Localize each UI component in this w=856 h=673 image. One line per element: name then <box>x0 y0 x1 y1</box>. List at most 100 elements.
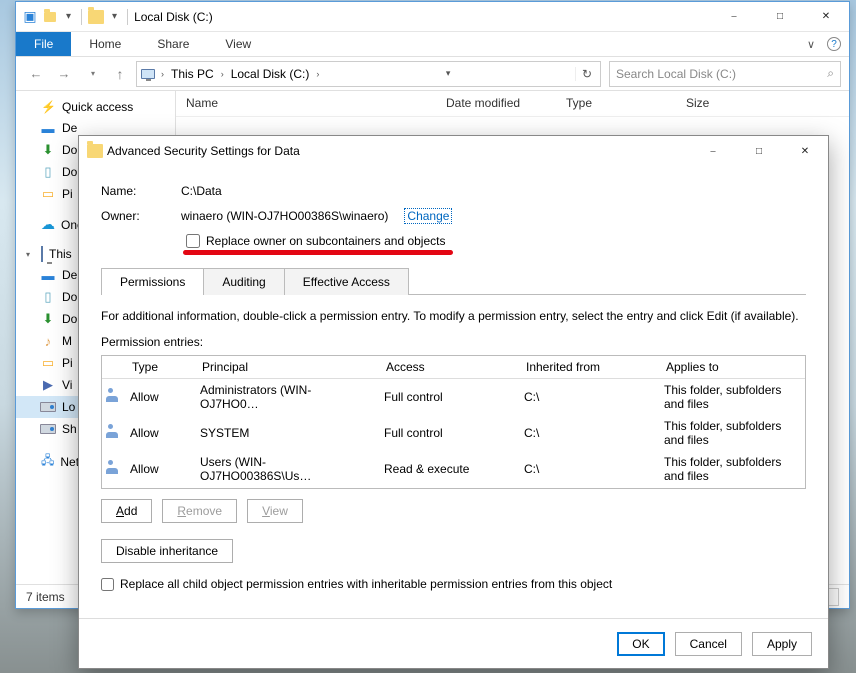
item-count: 7 items <box>26 590 65 604</box>
header-type[interactable]: Type <box>124 356 194 378</box>
dialog-footer: OK Cancel Apply <box>79 618 828 668</box>
documents-icon: ▯ <box>40 164 56 180</box>
replace-child-checkbox[interactable] <box>101 578 114 591</box>
expand-icon[interactable]: ▾ <box>26 250 35 259</box>
qat-customize-icon[interactable]: ▾ <box>66 11 71 22</box>
dialog-close-button[interactable]: ✕ <box>782 136 828 166</box>
music-icon: ♪ <box>40 333 56 349</box>
pc-icon <box>139 65 157 83</box>
nav-back-button[interactable]: ← <box>24 62 48 86</box>
cloud-icon: ☁ <box>41 216 55 233</box>
header-inherited[interactable]: Inherited from <box>518 356 658 378</box>
table-row[interactable]: AllowAdministrators (WIN-OJ7HO0…Full con… <box>102 379 805 415</box>
address-bar[interactable]: › This PC › Local Disk (C:) › ▾ ↻ <box>136 61 601 87</box>
search-icon: ⌕ <box>827 66 834 81</box>
tab-auditing[interactable]: Auditing <box>203 268 284 295</box>
folder-icon <box>87 143 103 159</box>
entries-label: Permission entries: <box>101 335 806 349</box>
tab-file[interactable]: File <box>16 32 71 56</box>
col-date[interactable]: Date modified <box>436 91 556 116</box>
desktop-icon: ▬ <box>40 267 56 283</box>
table-row[interactable]: AllowUsers (WIN-OJ7HO00386S\Us…Read & ex… <box>102 451 805 487</box>
replace-owner-checkbox[interactable] <box>186 234 200 248</box>
add-button[interactable]: Add <box>101 499 152 523</box>
permissions-table[interactable]: Type Principal Access Inherited from App… <box>101 355 806 489</box>
explorer-title: Local Disk (C:) <box>134 10 213 24</box>
drive-icon <box>40 421 56 437</box>
ribbon-expand-icon[interactable]: ∨ <box>807 38 815 51</box>
tab-permissions[interactable]: Permissions <box>101 268 204 295</box>
explorer-titlebar: ▣ ▾ ▾ Local Disk (C:) – □ ✕ <box>16 2 849 32</box>
pictures-icon: ▭ <box>40 355 56 371</box>
view-button[interactable]: View <box>247 499 303 523</box>
nav-row: ← → ▾ ↑ › This PC › Local Disk (C:) › ▾ … <box>16 57 849 91</box>
pc-icon <box>41 247 43 261</box>
qat-properties-icon[interactable]: ▣ <box>22 9 38 25</box>
tab-share[interactable]: Share <box>139 32 207 56</box>
downloads-icon: ⬇ <box>40 142 56 158</box>
tree-quickaccess[interactable]: ⚡ Quick access <box>16 97 175 117</box>
tab-view[interactable]: View <box>207 32 269 56</box>
dialog-title: Advanced Security Settings for Data <box>107 144 300 158</box>
header-principal[interactable]: Principal <box>194 356 378 378</box>
close-button[interactable]: ✕ <box>803 2 849 32</box>
ribbon-help-icon[interactable]: ? <box>827 37 841 51</box>
name-value: C:\Data <box>181 184 222 198</box>
videos-icon: ▶ <box>40 377 56 393</box>
downloads-icon: ⬇ <box>40 311 56 327</box>
maximize-button[interactable]: □ <box>757 2 803 32</box>
table-row[interactable]: AllowSYSTEMFull controlC:\This folder, s… <box>102 415 805 451</box>
nav-forward-button[interactable]: → <box>52 62 76 86</box>
desktop-icon: ▬ <box>40 120 56 136</box>
breadcrumb-localdisk[interactable]: Local Disk (C:) <box>226 64 315 84</box>
owner-label: Owner: <box>101 209 181 223</box>
breadcrumb-thispc[interactable]: This PC <box>166 64 219 84</box>
folder-icon <box>88 9 104 25</box>
replace-child-label: Replace all child object permission entr… <box>120 577 612 591</box>
header-access[interactable]: Access <box>378 356 518 378</box>
quickaccess-icon: ⚡ <box>41 100 56 114</box>
qat-newfolder-icon[interactable] <box>42 9 58 25</box>
pictures-icon: ▭ <box>40 186 56 202</box>
refresh-icon[interactable]: ↻ <box>575 67 598 81</box>
security-dialog: Advanced Security Settings for Data – □ … <box>78 135 829 669</box>
dialog-titlebar: Advanced Security Settings for Data – □ … <box>79 136 828 166</box>
disable-inheritance-button[interactable]: Disable inheritance <box>101 539 233 563</box>
address-dropdown-icon[interactable]: ▾ <box>444 68 453 79</box>
remove-button[interactable]: Remove <box>162 499 237 523</box>
dialog-minimize-button[interactable]: – <box>690 136 736 166</box>
nav-history-button[interactable]: ▾ <box>80 62 104 86</box>
ribbon-tabs: File Home Share View ∨ ? <box>16 32 849 57</box>
search-placeholder: Search Local Disk (C:) <box>616 67 736 81</box>
tab-home[interactable]: Home <box>71 32 139 56</box>
header-applies[interactable]: Applies to <box>658 356 805 378</box>
apply-button[interactable]: Apply <box>752 632 812 656</box>
dialog-body: Name: C:\Data Owner: winaero (WIN-OJ7HO0… <box>79 166 828 618</box>
change-owner-link[interactable]: Change <box>404 208 452 224</box>
column-headers[interactable]: Name Date modified Type Size <box>176 91 849 117</box>
principal-icon <box>102 460 122 478</box>
table-row[interactable]: AllowAuthenticated UsersModifyC:\This fo… <box>102 487 805 489</box>
info-text: For additional information, double-click… <box>101 309 806 323</box>
principal-icon <box>102 424 122 442</box>
cancel-button[interactable]: Cancel <box>675 632 742 656</box>
col-size[interactable]: Size <box>676 91 756 116</box>
nav-up-button[interactable]: ↑ <box>108 62 132 86</box>
dialog-tabs: Permissions Auditing Effective Access <box>101 267 806 295</box>
network-icon: 🖧 <box>41 451 54 472</box>
documents-icon: ▯ <box>40 289 56 305</box>
col-type[interactable]: Type <box>556 91 676 116</box>
col-name[interactable]: Name <box>176 91 436 116</box>
tab-effective-access[interactable]: Effective Access <box>284 268 409 295</box>
replace-owner-label: Replace owner on subcontainers and objec… <box>206 234 445 248</box>
search-input[interactable]: Search Local Disk (C:) ⌕ <box>609 61 841 87</box>
ok-button[interactable]: OK <box>617 632 664 656</box>
principal-icon <box>102 388 122 406</box>
minimize-button[interactable]: – <box>711 2 757 32</box>
name-label: Name: <box>101 184 181 198</box>
owner-value: winaero (WIN-OJ7HO00386S\winaero) <box>181 209 388 223</box>
dialog-maximize-button[interactable]: □ <box>736 136 782 166</box>
perm-table-header[interactable]: Type Principal Access Inherited from App… <box>102 356 805 379</box>
annotation-highlight <box>183 250 453 255</box>
drive-icon <box>40 399 56 415</box>
